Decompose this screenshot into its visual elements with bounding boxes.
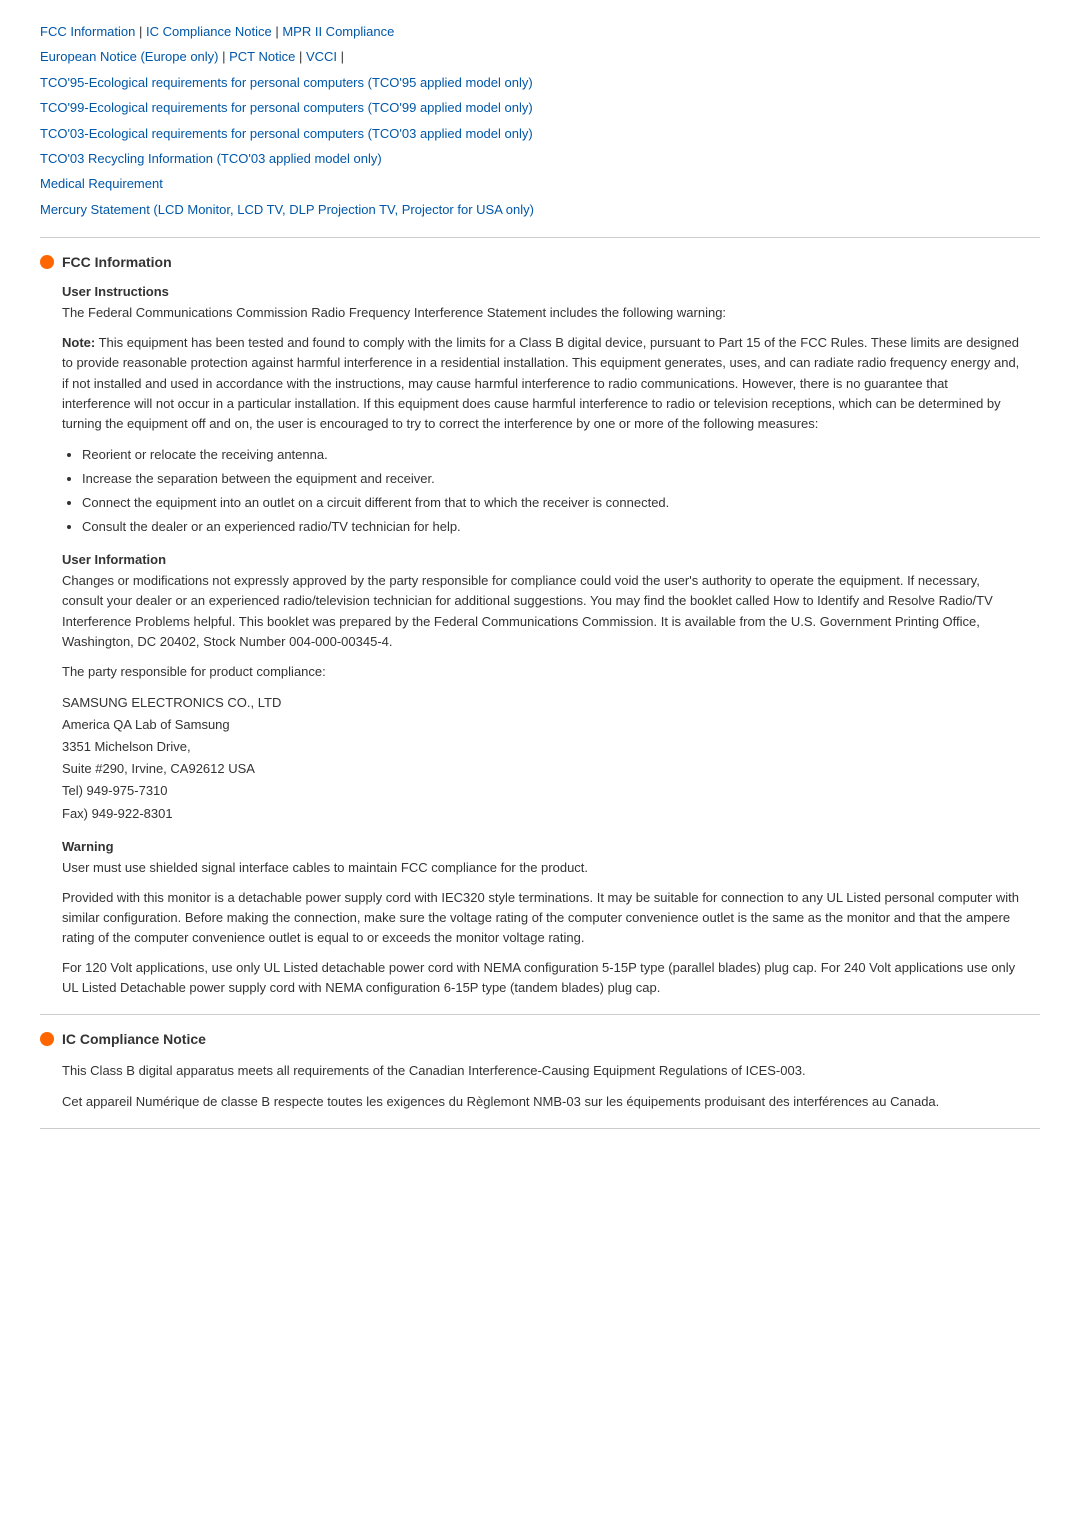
nav-line-8: Mercury Statement (LCD Monitor, LCD TV, …	[40, 198, 1040, 221]
fcc-section: FCC Information User Instructions The Fe…	[40, 254, 1040, 998]
fcc-section-header: FCC Information	[40, 254, 1040, 270]
address-line-5: Tel) 949-975-7310	[62, 780, 1020, 802]
party-intro: The party responsible for product compli…	[62, 662, 1020, 682]
ic-section-icon	[40, 1032, 54, 1046]
middle-divider	[40, 1014, 1040, 1015]
nav-vcci-link[interactable]: VCCI	[306, 49, 337, 64]
nav-line-5: TCO'03-Ecological requirements for perso…	[40, 122, 1040, 145]
nav-mpr-link[interactable]: MPR II Compliance	[282, 24, 394, 39]
note-text: This equipment has been tested and found…	[62, 335, 1019, 431]
nav-medical-link[interactable]: Medical Requirement	[40, 176, 163, 191]
bullet-3: Connect the equipment into an outlet on …	[82, 492, 1020, 514]
nav-tco03r-link[interactable]: TCO'03 Recycling Information (TCO'03 app…	[40, 151, 382, 166]
user-information-p1: Changes or modifications not expressly a…	[62, 571, 1020, 652]
fcc-content-area: User Instructions The Federal Communicat…	[40, 284, 1040, 998]
nav-pct-link[interactable]: PCT Notice	[229, 49, 295, 64]
fcc-bullets: Reorient or relocate the receiving anten…	[82, 444, 1020, 538]
bullet-4: Consult the dealer or an experienced rad…	[82, 516, 1020, 538]
fcc-section-title: FCC Information	[62, 254, 172, 270]
nav-tco99-link[interactable]: TCO'99-Ecological requirements for perso…	[40, 100, 533, 115]
address-line-2: America QA Lab of Samsung	[62, 714, 1020, 736]
warning-p2: Provided with this monitor is a detachab…	[62, 888, 1020, 948]
address-block: SAMSUNG ELECTRONICS CO., LTD America QA …	[62, 692, 1020, 825]
bottom-divider	[40, 1128, 1040, 1129]
ic-p2: Cet appareil Numérique de classe B respe…	[62, 1092, 1020, 1112]
nav-eu-link[interactable]: European Notice (Europe only)	[40, 49, 219, 64]
nav-fcc-link[interactable]: FCC Information	[40, 24, 135, 39]
nav-line-1: FCC Information | IC Compliance Notice |…	[40, 20, 1040, 43]
ic-p1: This Class B digital apparatus meets all…	[62, 1061, 1020, 1081]
nav-line-6: TCO'03 Recycling Information (TCO'03 app…	[40, 147, 1040, 170]
ic-content-area: This Class B digital apparatus meets all…	[40, 1061, 1040, 1111]
address-line-3: 3351 Michelson Drive,	[62, 736, 1020, 758]
address-line-6: Fax) 949-922-8301	[62, 803, 1020, 825]
nav-line-7: Medical Requirement	[40, 172, 1040, 195]
navigation-links: FCC Information | IC Compliance Notice |…	[40, 20, 1040, 221]
ic-section-header: IC Compliance Notice	[40, 1031, 1040, 1047]
note-label: Note:	[62, 335, 95, 350]
user-information-title: User Information	[62, 552, 1020, 567]
nav-line-3: TCO'95-Ecological requirements for perso…	[40, 71, 1040, 94]
bullet-2: Increase the separation between the equi…	[82, 468, 1020, 490]
nav-line-4: TCO'99-Ecological requirements for perso…	[40, 96, 1040, 119]
address-line-4: Suite #290, Irvine, CA92612 USA	[62, 758, 1020, 780]
address-line-1: SAMSUNG ELECTRONICS CO., LTD	[62, 692, 1020, 714]
fcc-note-paragraph: Note: This equipment has been tested and…	[62, 333, 1020, 434]
nav-line-2: European Notice (Europe only) | PCT Noti…	[40, 45, 1040, 68]
nav-tco95-link[interactable]: TCO'95-Ecological requirements for perso…	[40, 75, 533, 90]
ic-section: IC Compliance Notice This Class B digita…	[40, 1031, 1040, 1111]
fcc-section-icon	[40, 255, 54, 269]
warning-title: Warning	[62, 839, 1020, 854]
top-divider	[40, 237, 1040, 238]
warning-p3: For 120 Volt applications, use only UL L…	[62, 958, 1020, 998]
nav-tco03-link[interactable]: TCO'03-Ecological requirements for perso…	[40, 126, 533, 141]
warning-p1: User must use shielded signal interface …	[62, 858, 1020, 878]
bullet-1: Reorient or relocate the receiving anten…	[82, 444, 1020, 466]
user-instructions-title: User Instructions	[62, 284, 1020, 299]
nav-ic-link[interactable]: IC Compliance Notice	[146, 24, 272, 39]
ic-section-title: IC Compliance Notice	[62, 1031, 206, 1047]
nav-mercury-link[interactable]: Mercury Statement (LCD Monitor, LCD TV, …	[40, 202, 534, 217]
user-instructions-p1: The Federal Communications Commission Ra…	[62, 303, 1020, 323]
